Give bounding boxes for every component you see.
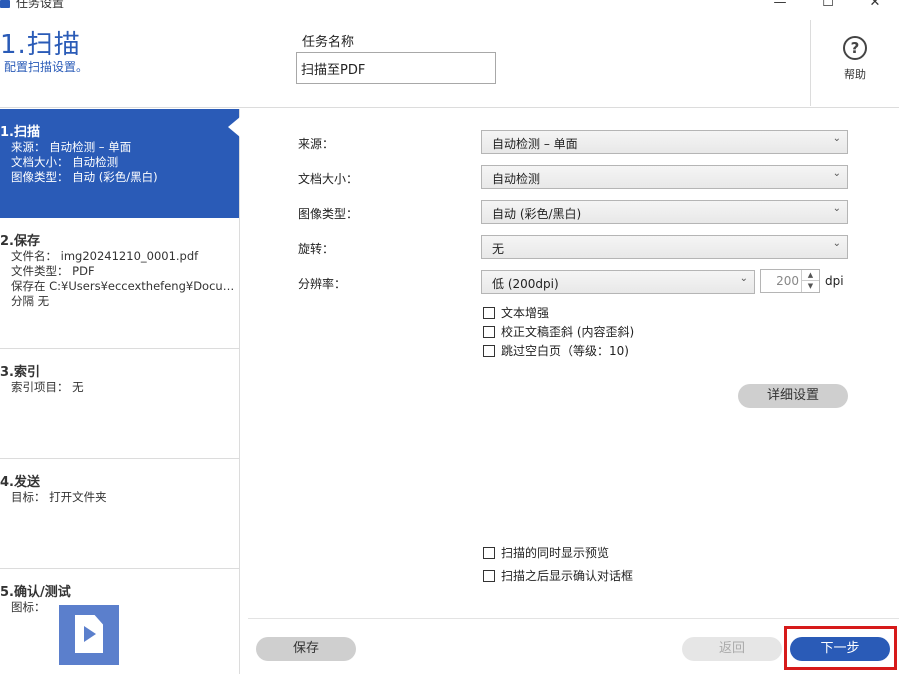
task-icon[interactable] [59, 605, 119, 665]
sidebar-item-detail: 索引项目： 无 [11, 380, 84, 394]
maximize-button[interactable]: ☐ [813, 0, 843, 10]
chevron-down-icon: ⌄ [832, 133, 841, 144]
checkbox-icon[interactable] [483, 570, 495, 582]
image-type-select[interactable]: 自动 (彩色/黑白) ⌄ [481, 200, 848, 224]
task-name-input[interactable] [296, 52, 496, 84]
resolution-value: 低 (200dpi) [492, 277, 559, 291]
source-label: 来源： [298, 137, 335, 151]
checkbox-label: 校正文稿歪斜 (内容歪斜) [501, 325, 635, 339]
footer-divider [248, 618, 899, 619]
window-title: 任务设置 [16, 0, 65, 10]
task-name-label: 任务名称 [302, 35, 355, 50]
sidebar-item-detail: 文件名： img20241210_0001.pdf [11, 249, 199, 263]
dpi-stepper[interactable]: 200 ▲ ▼ [760, 269, 820, 293]
dpi-stepper-arrows: ▲ ▼ [801, 270, 819, 292]
chevron-down-icon: ⌄ [832, 238, 841, 249]
sidebar-item-title: 4.发送 [0, 475, 40, 490]
doc-size-label: 文档大小： [298, 172, 359, 186]
doc-size-select[interactable]: 自动检测 ⌄ [481, 165, 848, 189]
help-button[interactable]: ? 帮助 [830, 36, 880, 82]
help-label: 帮助 [844, 68, 866, 81]
active-indicator [228, 117, 240, 137]
source-value: 自动检测 – 单面 [492, 137, 578, 151]
dpi-value: 200 [776, 274, 799, 288]
preview-checkbox[interactable]: 扫描的同时显示预览 [483, 544, 609, 561]
page-subtitle: 配置扫描设置。 [4, 60, 89, 74]
checkbox-label: 扫描之后显示确认对话框 [501, 569, 634, 583]
rotation-select[interactable]: 无 ⌄ [481, 235, 848, 259]
sidebar-item-save[interactable]: 2.保存 文件名： img20241210_0001.pdf 文件类型： PDF… [0, 218, 239, 349]
sidebar-item-detail: 来源： 自动检测 – 单面 [11, 140, 132, 154]
checkbox-icon[interactable] [483, 307, 495, 319]
sidebar-item-detail: 图像类型： 自动 (彩色/黑白) [11, 170, 158, 184]
stepper-up-icon[interactable]: ▲ [802, 270, 819, 281]
sidebar-item-detail: 保存在 C:¥Users¥eccexthefeng¥Documents [11, 279, 239, 293]
save-button[interactable]: 保存 [256, 637, 356, 661]
app-icon [0, 0, 10, 8]
help-icon[interactable]: ? [843, 36, 867, 60]
resolution-select[interactable]: 低 (200dpi) ⌄ [481, 270, 755, 294]
sidebar-item-title: 3.索引 [0, 365, 40, 380]
sidebar-item-detail: 分隔 无 [11, 294, 50, 308]
play-icon [84, 626, 96, 642]
sidebar: 1.扫描 来源： 自动检测 – 单面 文档大小： 自动检测 图像类型： 自动 (… [0, 109, 240, 674]
sidebar-item-detail: 文档大小： 自动检测 [11, 155, 119, 169]
checkbox-icon[interactable] [483, 326, 495, 338]
stepper-down-icon[interactable]: ▼ [802, 281, 819, 292]
dpi-unit: dpi [825, 274, 844, 288]
sidebar-item-detail: 文件类型： PDF [11, 264, 95, 278]
sidebar-item-title: 5.确认/测试 [0, 585, 71, 600]
image-type-value: 自动 (彩色/黑白) [492, 207, 582, 221]
deskew-checkbox[interactable]: 校正文稿歪斜 (内容歪斜) [483, 323, 634, 340]
checkbox-label: 扫描的同时显示预览 [501, 546, 610, 560]
back-button[interactable]: 返回 [682, 637, 782, 661]
sidebar-item-title: 2.保存 [0, 234, 40, 249]
sidebar-item-title: 1.扫描 [0, 125, 40, 140]
detail-settings-button[interactable]: 详细设置 [738, 384, 848, 408]
rotation-value: 无 [492, 242, 505, 256]
chevron-down-icon: ⌄ [832, 203, 841, 214]
chevron-down-icon: ⌄ [739, 273, 748, 284]
sidebar-item-scan[interactable]: 1.扫描 来源： 自动检测 – 单面 文档大小： 自动检测 图像类型： 自动 (… [0, 109, 240, 218]
close-button[interactable]: ✕ [860, 0, 890, 10]
skip-blank-checkbox[interactable]: 跳过空白页（等级：10) [483, 342, 629, 359]
checkbox-icon[interactable] [483, 345, 495, 357]
chevron-down-icon: ⌄ [832, 168, 841, 179]
checkbox-label: 跳过空白页（等级：10) [501, 344, 629, 358]
rotation-label: 旋转： [298, 242, 335, 256]
sidebar-item-detail: 图标： [11, 600, 46, 614]
sidebar-item-confirm[interactable]: 5.确认/测试 图标： [0, 569, 239, 674]
page-title: 1.扫描 [0, 30, 81, 60]
resolution-label: 分辨率： [298, 277, 347, 291]
checkbox-icon[interactable] [483, 547, 495, 559]
sidebar-item-detail: 目标： 打开文件夹 [11, 490, 107, 504]
highlight-box [784, 626, 897, 670]
confirm-dialog-checkbox[interactable]: 扫描之后显示确认对话框 [483, 567, 633, 584]
sidebar-item-send[interactable]: 4.发送 目标： 打开文件夹 [0, 459, 239, 569]
title-bar: 任务设置 — ☐ ✕ [0, 0, 899, 18]
minimize-button[interactable]: — [765, 0, 795, 10]
header-divider [810, 20, 811, 106]
source-select[interactable]: 自动检测 – 单面 ⌄ [481, 130, 848, 154]
sidebar-item-index[interactable]: 3.索引 索引项目： 无 [0, 349, 239, 459]
doc-size-value: 自动检测 [492, 172, 541, 186]
text-enhance-checkbox[interactable]: 文本增强 [483, 304, 549, 321]
checkbox-label: 文本增强 [501, 306, 550, 320]
header: 1.扫描 配置扫描设置。 任务名称 ? 帮助 [0, 18, 899, 108]
image-type-label: 图像类型： [298, 207, 359, 221]
